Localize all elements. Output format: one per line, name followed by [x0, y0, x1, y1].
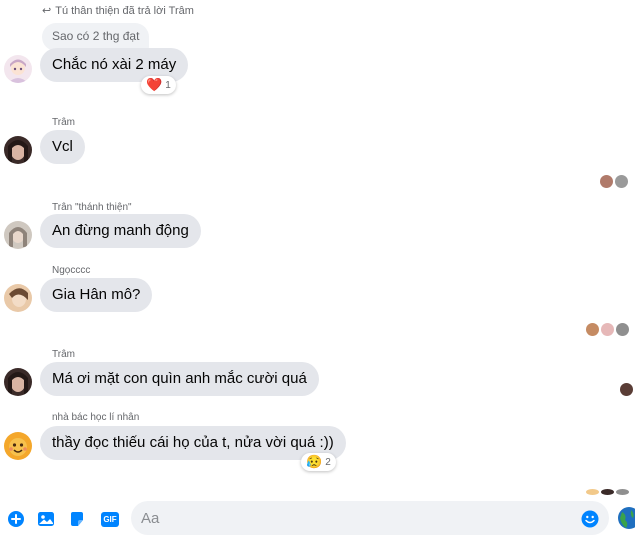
avatar-tram[interactable]: [4, 136, 32, 164]
gif-icon[interactable]: GIF: [99, 510, 121, 528]
plus-icon[interactable]: [7, 510, 25, 528]
seen-avatar: [601, 489, 614, 495]
seen-avatar: [600, 175, 613, 188]
avatar-ngoc[interactable]: [4, 284, 32, 312]
seen-avatar: [615, 175, 628, 188]
sticker-icon[interactable]: [68, 510, 86, 528]
reaction-badge[interactable]: ❤️ 1: [141, 76, 176, 94]
message-input[interactable]: Aa: [131, 501, 609, 535]
reply-arrow-icon: ↩: [42, 5, 52, 17]
message-bubble[interactable]: An đừng manh động: [40, 214, 201, 248]
quoted-message[interactable]: Sao có 2 thg đạt: [42, 23, 150, 51]
globe-icon[interactable]: [617, 506, 635, 530]
message-bubble[interactable]: thầy đọc thiếu cái họ của t, nửa vời quá…: [40, 426, 346, 460]
seen-indicators: [586, 323, 629, 336]
message-bubble[interactable]: Vcl: [40, 130, 85, 164]
composer-bar: GIF Aa: [0, 498, 635, 539]
reply-header-text: Tú thân thiện đã trả lời Trâm: [55, 4, 194, 17]
reaction-count: 1: [165, 79, 171, 91]
sender-name: Trâm: [52, 117, 75, 128]
sender-name: Trâm: [52, 349, 75, 360]
emoji-icon[interactable]: [581, 510, 599, 528]
seen-avatar: [586, 323, 599, 336]
seen-indicators: [586, 489, 629, 495]
seen-indicators: [620, 383, 633, 396]
reaction-count: 2: [325, 456, 331, 468]
reply-header: ↩ Tú thân thiện đã trả lời Trâm: [42, 4, 194, 18]
image-icon[interactable]: [37, 510, 55, 528]
sender-name: nhà bác học lí nhân: [52, 412, 140, 423]
sender-name: Trân "thánh thiện": [52, 202, 132, 213]
sad-face-icon: 😥: [306, 454, 323, 469]
message-bubble[interactable]: Má ơi mặt con quìn anh mắc cười quá: [40, 362, 319, 396]
avatar-anime[interactable]: [4, 55, 32, 83]
heart-icon: ❤️: [146, 77, 163, 92]
avatar-tran[interactable]: [4, 221, 32, 249]
seen-avatar: [586, 489, 599, 495]
seen-avatar: [620, 383, 633, 396]
sender-name: Ngọcccc: [52, 265, 91, 276]
avatar-tram[interactable]: [4, 368, 32, 396]
reaction-badge[interactable]: 😥 2: [301, 453, 336, 471]
seen-avatar: [616, 323, 629, 336]
avatar-nha-bac-hoc[interactable]: [4, 432, 32, 460]
message-bubble[interactable]: Gia Hân mô?: [40, 278, 153, 312]
seen-avatar: [601, 323, 614, 336]
seen-avatar: [616, 489, 629, 495]
seen-indicators: [600, 175, 628, 188]
